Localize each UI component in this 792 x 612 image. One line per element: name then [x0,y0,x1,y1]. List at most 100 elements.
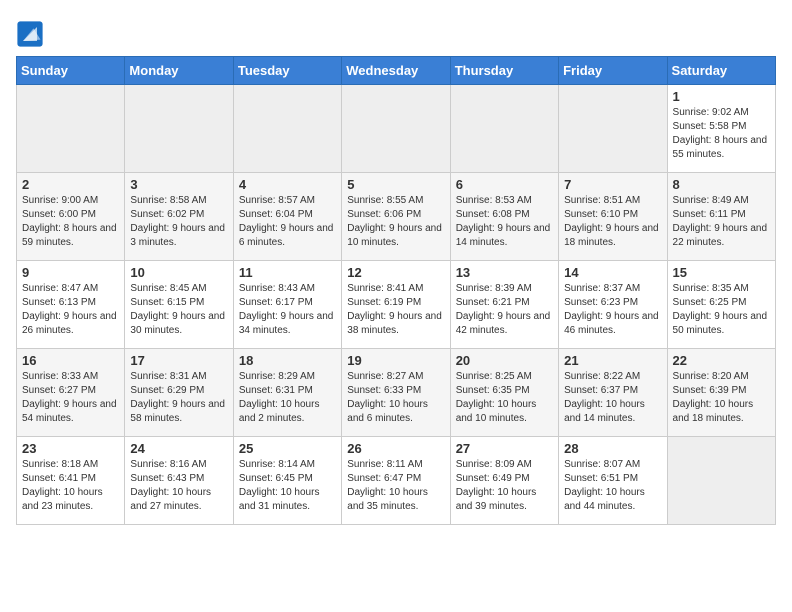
day-number: 14 [564,265,661,280]
day-number: 12 [347,265,444,280]
calendar-cell [342,85,450,173]
day-number: 22 [673,353,770,368]
day-number: 7 [564,177,661,192]
calendar-cell: 27 Sunrise: 8:09 AM Sunset: 6:49 PM Dayli… [450,437,558,525]
day-header-friday: Friday [559,57,667,85]
day-number: 5 [347,177,444,192]
day-info: Sunrise: 8:47 AM Sunset: 6:13 PM Dayligh… [22,282,119,338]
day-number: 3 [130,177,227,192]
day-info: Sunrise: 8:49 AM Sunset: 6:11 PM Dayligh… [673,194,770,250]
calendar-cell: 15Sunrise: 8:35 AM Sunset: 6:25 PM Dayli… [667,261,775,349]
day-number: 17 [130,353,227,368]
calendar-cell: 9 Sunrise: 8:47 AM Sunset: 6:13 PM Daylig… [17,261,125,349]
day-info: Sunrise: 8:09 AM Sunset: 6:49 PM Dayligh… [456,458,553,514]
day-number: 10 [130,265,227,280]
day-info: Sunrise: 8:51 AM Sunset: 6:10 PM Dayligh… [564,194,661,250]
day-info: Sunrise: 8:43 AM Sunset: 6:17 PM Dayligh… [239,282,336,338]
calendar-cell: 8 Sunrise: 8:49 AM Sunset: 6:11 PM Daylig… [667,173,775,261]
day-header-wednesday: Wednesday [342,57,450,85]
calendar-week-2: 2 Sunrise: 9:00 AM Sunset: 6:00 PM Daylig… [17,173,776,261]
day-number: 20 [456,353,553,368]
calendar-header: SundayMondayTuesdayWednesdayThursdayFrid… [17,57,776,85]
day-header-saturday: Saturday [667,57,775,85]
calendar-week-1: 1 Sunrise: 9:02 AM Sunset: 5:58 PM Daylig… [17,85,776,173]
day-number: 28 [564,441,661,456]
calendar-cell: 24Sunrise: 8:16 AM Sunset: 6:43 PM Dayli… [125,437,233,525]
calendar-cell [17,85,125,173]
day-info: Sunrise: 8:07 AM Sunset: 6:51 PM Dayligh… [564,458,661,514]
logo-icon [16,20,44,48]
header [16,16,776,48]
day-info: Sunrise: 8:33 AM Sunset: 6:27 PM Dayligh… [22,370,119,426]
calendar-cell: 19 Sunrise: 8:27 AM Sunset: 6:33 PM Dayli… [342,349,450,437]
day-number: 8 [673,177,770,192]
day-number: 9 [22,265,119,280]
calendar-cell: 28 Sunrise: 8:07 AM Sunset: 6:51 PM Dayli… [559,437,667,525]
calendar-cell: 7 Sunrise: 8:51 AM Sunset: 6:10 PM Daylig… [559,173,667,261]
day-info: Sunrise: 8:20 AM Sunset: 6:39 PM Dayligh… [673,370,770,426]
day-info: Sunrise: 8:18 AM Sunset: 6:41 PM Dayligh… [22,458,119,514]
calendar-cell: 10 Sunrise: 8:45 AM Sunset: 6:15 PM Dayli… [125,261,233,349]
day-info: Sunrise: 9:02 AM Sunset: 5:58 PM Dayligh… [673,106,770,162]
day-info: Sunrise: 8:35 AM Sunset: 6:25 PM Dayligh… [673,282,770,338]
day-number: 1 [673,89,770,104]
calendar-week-3: 9 Sunrise: 8:47 AM Sunset: 6:13 PM Daylig… [17,261,776,349]
day-info: Sunrise: 8:14 AM Sunset: 6:45 PM Dayligh… [239,458,336,514]
calendar-cell: 13Sunrise: 8:39 AM Sunset: 6:21 PM Dayli… [450,261,558,349]
day-header-sunday: Sunday [17,57,125,85]
day-number: 27 [456,441,553,456]
day-info: Sunrise: 8:53 AM Sunset: 6:08 PM Dayligh… [456,194,553,250]
calendar-cell [125,85,233,173]
day-info: Sunrise: 8:57 AM Sunset: 6:04 PM Dayligh… [239,194,336,250]
day-info: Sunrise: 9:00 AM Sunset: 6:00 PM Dayligh… [22,194,119,250]
calendar-cell: 23 Sunrise: 8:18 AM Sunset: 6:41 PM Dayli… [17,437,125,525]
calendar-cell: 5 Sunrise: 8:55 AM Sunset: 6:06 PM Daylig… [342,173,450,261]
day-number: 19 [347,353,444,368]
calendar-cell: 16 Sunrise: 8:33 AM Sunset: 6:27 PM Dayli… [17,349,125,437]
calendar-cell: 6Sunrise: 8:53 AM Sunset: 6:08 PM Daylig… [450,173,558,261]
calendar-cell: 26Sunrise: 8:11 AM Sunset: 6:47 PM Dayli… [342,437,450,525]
calendar-cell [450,85,558,173]
day-number: 16 [22,353,119,368]
day-info: Sunrise: 8:25 AM Sunset: 6:35 PM Dayligh… [456,370,553,426]
calendar-week-4: 16 Sunrise: 8:33 AM Sunset: 6:27 PM Dayli… [17,349,776,437]
logo [16,20,46,48]
day-info: Sunrise: 8:11 AM Sunset: 6:47 PM Dayligh… [347,458,444,514]
calendar-cell [667,437,775,525]
day-header-thursday: Thursday [450,57,558,85]
calendar-cell: 3 Sunrise: 8:58 AM Sunset: 6:02 PM Daylig… [125,173,233,261]
day-number: 21 [564,353,661,368]
day-info: Sunrise: 8:27 AM Sunset: 6:33 PM Dayligh… [347,370,444,426]
calendar-cell: 18 Sunrise: 8:29 AM Sunset: 6:31 PM Dayli… [233,349,341,437]
calendar-cell: 2 Sunrise: 9:00 AM Sunset: 6:00 PM Daylig… [17,173,125,261]
calendar-cell: 4 Sunrise: 8:57 AM Sunset: 6:04 PM Daylig… [233,173,341,261]
day-info: Sunrise: 8:22 AM Sunset: 6:37 PM Dayligh… [564,370,661,426]
day-number: 11 [239,265,336,280]
calendar-cell: 1 Sunrise: 9:02 AM Sunset: 5:58 PM Daylig… [667,85,775,173]
day-number: 24 [130,441,227,456]
day-info: Sunrise: 8:31 AM Sunset: 6:29 PM Dayligh… [130,370,227,426]
day-info: Sunrise: 8:41 AM Sunset: 6:19 PM Dayligh… [347,282,444,338]
calendar-cell: 21 Sunrise: 8:22 AM Sunset: 6:37 PM Dayli… [559,349,667,437]
day-info: Sunrise: 8:37 AM Sunset: 6:23 PM Dayligh… [564,282,661,338]
day-info: Sunrise: 8:29 AM Sunset: 6:31 PM Dayligh… [239,370,336,426]
calendar-cell: 11 Sunrise: 8:43 AM Sunset: 6:17 PM Dayli… [233,261,341,349]
day-header-tuesday: Tuesday [233,57,341,85]
calendar-week-5: 23 Sunrise: 8:18 AM Sunset: 6:41 PM Dayli… [17,437,776,525]
day-info: Sunrise: 8:58 AM Sunset: 6:02 PM Dayligh… [130,194,227,250]
day-number: 4 [239,177,336,192]
day-info: Sunrise: 8:39 AM Sunset: 6:21 PM Dayligh… [456,282,553,338]
calendar-cell: 17 Sunrise: 8:31 AM Sunset: 6:29 PM Dayli… [125,349,233,437]
calendar-cell: 20 Sunrise: 8:25 AM Sunset: 6:35 PM Dayli… [450,349,558,437]
day-info: Sunrise: 8:55 AM Sunset: 6:06 PM Dayligh… [347,194,444,250]
day-header-monday: Monday [125,57,233,85]
calendar-cell: 14 Sunrise: 8:37 AM Sunset: 6:23 PM Dayli… [559,261,667,349]
calendar-cell: 12 Sunrise: 8:41 AM Sunset: 6:19 PM Dayli… [342,261,450,349]
day-number: 2 [22,177,119,192]
calendar-cell: 25 Sunrise: 8:14 AM Sunset: 6:45 PM Dayli… [233,437,341,525]
day-number: 23 [22,441,119,456]
calendar-table: SundayMondayTuesdayWednesdayThursdayFrid… [16,56,776,525]
day-number: 18 [239,353,336,368]
day-number: 25 [239,441,336,456]
day-info: Sunrise: 8:45 AM Sunset: 6:15 PM Dayligh… [130,282,227,338]
